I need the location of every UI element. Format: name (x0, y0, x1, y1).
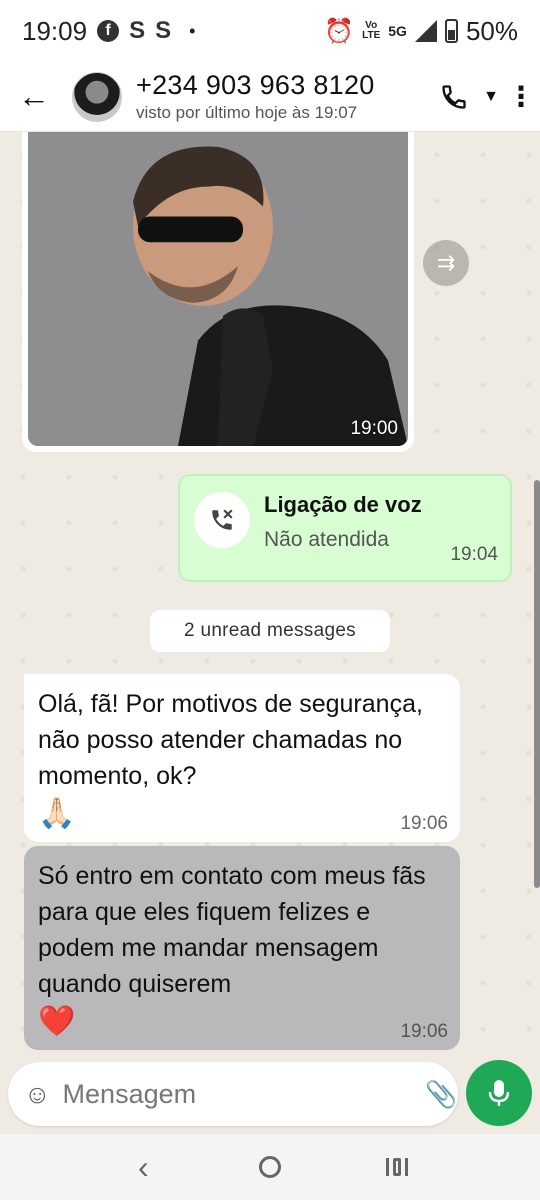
heart-emoji: ❤️ (38, 1005, 76, 1038)
incoming-message-selected[interactable]: Só entro em contato com meus fãs para qu… (24, 846, 460, 1050)
missed-call-message[interactable]: Ligação de voz Não atendida 19:04 (178, 474, 512, 582)
image-message-time: 19:00 (350, 418, 398, 439)
nav-recents-icon[interactable] (367, 1143, 427, 1191)
message-text: Só entro em contato com meus fãs para qu… (38, 862, 426, 998)
signal-icon (414, 20, 437, 42)
volte-icon: Vo LTE (362, 20, 381, 41)
status-time: 19:09 (22, 15, 88, 46)
battery-icon (444, 19, 458, 43)
praying-hands-emoji: 🙏🏻 (38, 797, 76, 830)
status-bar: 19:09 f S S • ⏰ Vo LTE 5G 50% (0, 0, 540, 62)
call-status: Não atendida (264, 528, 389, 551)
nav-back-icon[interactable]: ‹ (113, 1143, 173, 1191)
alarm-icon: ⏰ (324, 17, 355, 45)
message-time: 19:06 (400, 813, 448, 834)
image-message[interactable]: 19:00 (22, 132, 414, 452)
battery-percent: 50% (465, 15, 518, 46)
message-text: Olá, fã! Por motivos de segurança, não p… (38, 690, 423, 790)
sticker-emoji-icon[interactable]: ☺ (24, 1079, 51, 1110)
missed-call-icon (194, 492, 250, 548)
back-arrow-icon[interactable]: ← (18, 78, 58, 115)
microphone-icon[interactable] (466, 1060, 532, 1126)
call-title: Ligação de voz (264, 492, 422, 517)
phone-call-icon[interactable] (440, 83, 468, 111)
contact-info[interactable]: +234 903 963 8120 visto por último hoje … (136, 70, 375, 123)
message-composer: ☺ 📎 (8, 1062, 510, 1126)
message-photo[interactable] (28, 132, 408, 446)
message-time: 19:06 (400, 1021, 448, 1042)
more-options-icon[interactable]: ⋮ (507, 80, 535, 113)
notification-dot: • (189, 20, 196, 41)
last-seen: visto por último hoje às 19:07 (136, 103, 358, 122)
incoming-message[interactable]: Olá, fã! Por motivos de segurança, não p… (24, 674, 460, 842)
facebook-icon: f (97, 20, 120, 42)
call-time: 19:04 (450, 544, 498, 565)
chat-area[interactable]: 19:00 ⇉ Ligação de voz Não atendida 19:0… (0, 132, 540, 1060)
network-type: 5G (388, 23, 407, 39)
contact-avatar[interactable] (72, 71, 122, 122)
system-navigation-bar: ‹ (0, 1134, 540, 1200)
photo-illustration (28, 132, 408, 446)
message-input[interactable] (60, 1078, 417, 1110)
unread-messages-divider: 2 unread messages (150, 610, 390, 652)
chat-header: ← +234 903 963 8120 visto por último hoj… (0, 62, 540, 132)
attach-paperclip-icon[interactable]: 📎 (425, 1079, 459, 1110)
nav-home-icon[interactable] (240, 1143, 300, 1191)
forward-icon[interactable]: ⇉ (423, 240, 469, 286)
contact-name: +234 903 963 8120 (136, 70, 375, 100)
s-icon: S (129, 17, 146, 44)
call-dropdown-chevron-icon[interactable]: ▼ (482, 88, 500, 106)
s-icon: S (155, 17, 172, 44)
scrollbar[interactable] (534, 480, 540, 888)
